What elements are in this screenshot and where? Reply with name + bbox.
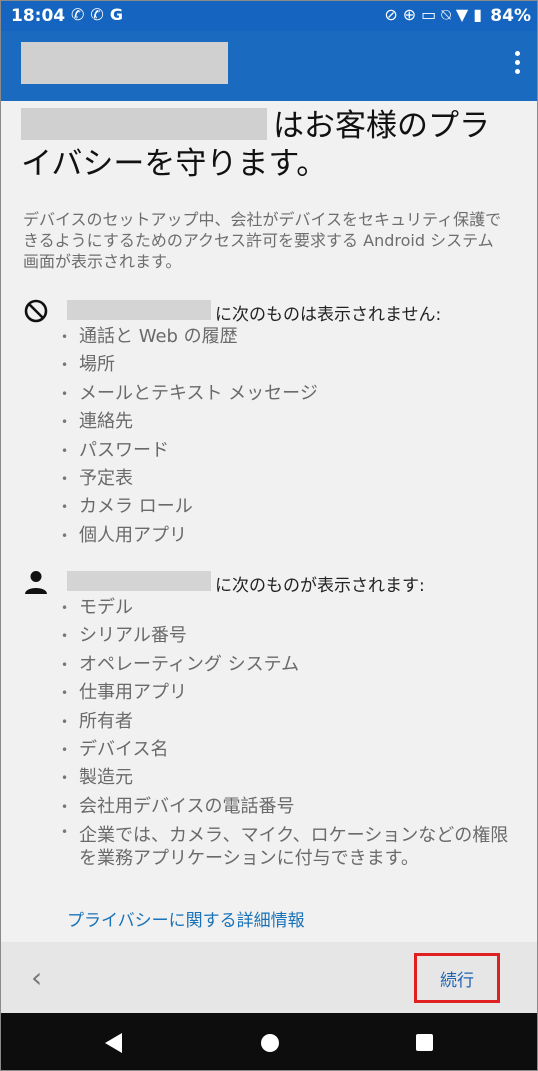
notifications-off-icon: ⍉ — [441, 5, 456, 24]
cast-icon: ▭ — [421, 5, 442, 24]
nav-back-icon[interactable] — [105, 1033, 122, 1053]
redacted-company-name — [67, 300, 211, 320]
google-icon: G — [109, 5, 129, 24]
data-saver-icon: ⊕ — [402, 5, 422, 24]
battery-percent: 84% — [490, 6, 531, 26]
list-item: デバイス名 — [61, 736, 519, 764]
continue-button[interactable]: 続行 — [414, 953, 500, 1003]
redacted-app-title — [21, 42, 228, 84]
list-item: モデル — [61, 594, 519, 622]
list-item: 仕事用アプリ — [61, 679, 519, 707]
wifi-icon: ▼ — [455, 5, 474, 24]
list-item: 予定表 — [61, 465, 318, 493]
phone-icon: ✆ — [90, 5, 110, 24]
status-left-icons: ✆✆G — [71, 5, 129, 24]
list-item: 企業では、カメラ、マイク、ロケーションなどの権限を業務アプリケーションに付与でき… — [61, 821, 519, 870]
screen: 18:04 ✆✆G ⊘⊕▭⍉▼▮ 84% はお客様のプラ イバシーを守ります。 … — [0, 0, 538, 1071]
list-item: オペレーティング システム — [61, 651, 519, 679]
list-item: メールとテキスト メッセージ — [61, 380, 318, 408]
list-item: 連絡先 — [61, 408, 318, 436]
list-item: 所有者 — [61, 708, 519, 736]
list-item: 場所 — [61, 351, 318, 379]
status-right-icons: ⊘⊕▭⍉▼▮ — [384, 5, 487, 25]
more-vert-icon[interactable] — [513, 51, 521, 81]
list-item: パスワード — [61, 437, 318, 465]
bottom-action-bar: ‹ 続行 — [1, 942, 537, 1013]
nfc-icon: ⊘ — [384, 5, 403, 24]
block-icon — [24, 299, 48, 323]
nav-home-icon[interactable] — [261, 1034, 279, 1052]
battery-icon: ▮ — [473, 5, 487, 24]
can-see-label: に次のものが表示されます: — [215, 576, 425, 596]
list-item: カメラ ロール — [61, 493, 318, 521]
redacted-company-name — [21, 108, 267, 140]
system-nav-bar — [1, 1013, 537, 1070]
status-bar: 18:04 ✆✆G ⊘⊕▭⍉▼▮ 84% — [1, 1, 537, 31]
list-item: 個人用アプリ — [61, 522, 318, 550]
nav-recents-icon[interactable] — [416, 1034, 433, 1051]
chevron-left-icon[interactable]: ‹ — [31, 964, 55, 994]
phone-icon: ✆ — [71, 5, 91, 24]
list-item: 通話と Web の履歴 — [61, 323, 318, 351]
status-time: 18:04 — [11, 6, 66, 26]
cannot-see-list: 通話と Web の履歴 場所 メールとテキスト メッセージ 連絡先 パスワード … — [61, 323, 318, 550]
intro-text: デバイスのセットアップ中、会社がデバイスをセキュリティ保護できるようにするための… — [23, 210, 502, 271]
app-bar — [1, 31, 537, 101]
person-icon — [25, 571, 47, 594]
cannot-see-label: に次のものは表示されません: — [215, 305, 442, 325]
list-item: 製造元 — [61, 764, 519, 792]
can-see-list: モデル シリアル番号 オペレーティング システム 仕事用アプリ 所有者 デバイス… — [61, 594, 519, 870]
redacted-company-name — [67, 571, 211, 591]
page-title: はお客様のプラ イバシーを守ります。 — [21, 108, 490, 182]
list-item: 会社用デバイスの電話番号 — [61, 793, 519, 821]
privacy-details-link[interactable]: プライバシーに関する詳細情報 — [67, 906, 305, 931]
list-item: シリアル番号 — [61, 622, 519, 650]
